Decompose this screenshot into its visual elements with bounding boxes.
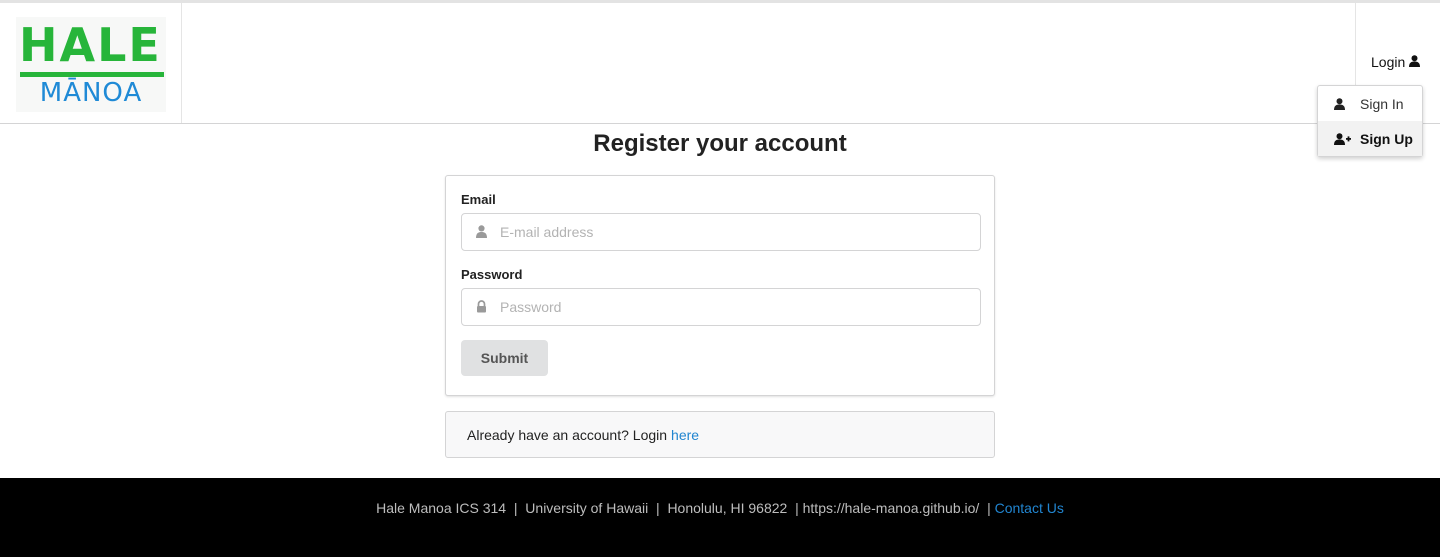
login-here-link[interactable]: here bbox=[671, 427, 699, 443]
footer-separator: | bbox=[656, 500, 660, 516]
hale-manoa-logo[interactable]: HALE MĀNOA bbox=[16, 17, 166, 112]
email-label: Email bbox=[461, 192, 496, 207]
login-message: Already have an account? Login here bbox=[445, 411, 995, 458]
email-field-wrapper bbox=[461, 213, 981, 251]
page-title: Register your account bbox=[593, 130, 847, 157]
password-label: Password bbox=[461, 267, 523, 282]
footer-location: Honolulu, HI 96822 bbox=[667, 500, 788, 516]
password-input[interactable] bbox=[500, 295, 970, 319]
submit-button[interactable]: Submit bbox=[461, 340, 548, 376]
login-label: Login bbox=[1371, 54, 1406, 70]
contact-us-link[interactable]: Contact Us bbox=[995, 500, 1064, 516]
footer-separator: | bbox=[795, 500, 799, 516]
user-icon bbox=[1334, 97, 1360, 110]
footer-text: Hale Manoa ICS 314 | University of Hawai… bbox=[0, 500, 1440, 516]
user-icon bbox=[1409, 54, 1421, 70]
footer-separator: | bbox=[513, 500, 518, 516]
footer-separator: | bbox=[987, 500, 991, 516]
top-navbar: HALE MĀNOA bbox=[0, 3, 1440, 124]
user-icon bbox=[476, 225, 487, 243]
footer-url: https://hale-manoa.github.io/ bbox=[802, 500, 980, 516]
login-dropdown-button[interactable]: Login bbox=[1371, 52, 1421, 72]
email-input[interactable] bbox=[500, 220, 970, 244]
footer-org: Hale Manoa ICS 314 bbox=[376, 500, 507, 516]
password-field-wrapper bbox=[461, 288, 981, 326]
footer: Hale Manoa ICS 314 | University of Hawai… bbox=[0, 478, 1440, 557]
signin-menu-item[interactable]: Sign In bbox=[1318, 86, 1422, 121]
register-form: Email Password Submit bbox=[445, 175, 995, 396]
logo-top-text: HALE bbox=[19, 18, 162, 72]
logo-menu-item[interactable]: HALE MĀNOA bbox=[0, 3, 182, 123]
lock-icon bbox=[476, 300, 487, 318]
signin-label: Sign In bbox=[1360, 95, 1404, 112]
login-message-text: Already have an account? Login bbox=[467, 426, 668, 443]
logo-bottom-text: MĀNOA bbox=[39, 78, 143, 108]
footer-university: University of Hawaii bbox=[525, 500, 649, 516]
